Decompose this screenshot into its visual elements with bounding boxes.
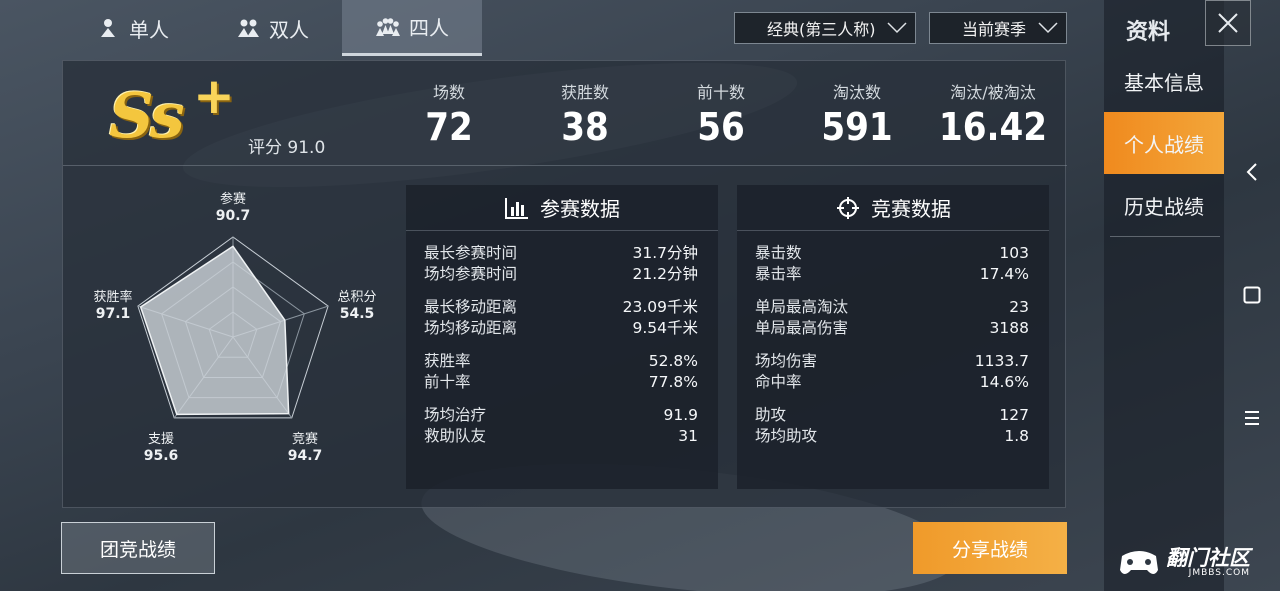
data-row: 最长参赛时间 31.7分钟 (424, 244, 698, 262)
controller-logo-icon (1120, 551, 1158, 574)
menu-icon (1245, 411, 1259, 425)
stat-label: 获胜数 (560, 83, 609, 102)
data-group: 最长移动距离 23.09千米 场均移动距离 9.54千米 (406, 297, 718, 339)
data-group: 获胜率 52.8% 前十率 77.8% (406, 351, 718, 393)
tab-label: 单人 (129, 17, 169, 42)
stat-value: 72 (425, 105, 473, 149)
perspective-value: 经典(第三人称) (767, 20, 876, 39)
data-row: 场均伤害 1133.7 (755, 352, 1029, 370)
side-panel: 资料 基本信息 个人战绩 历史战绩 (1104, 0, 1224, 591)
data-row: 单局最高淘汰 23 (755, 298, 1029, 316)
stats-panel: Ss + 评分 91.0 场数 72 获胜数 38 前十数 56 淘汰数 591… (62, 60, 1067, 508)
crosshair-icon (837, 196, 859, 219)
data-row: 暴击率 17.4% (755, 265, 1029, 283)
season-value: 当前赛季 (962, 20, 1027, 39)
radar-label-win-rate: 获胜率 97.1 (93, 290, 133, 322)
divider (1110, 236, 1220, 237)
competition-data-box: 竞赛数据 暴击数 103 暴击率 17.4% 单局最高淘汰 23 单局最高伤害 3188… (737, 185, 1049, 489)
radar-label-support: 支援 95.6 (143, 432, 179, 464)
square-icon (1243, 286, 1261, 304)
data-row: 获胜率 52.8% (424, 352, 698, 370)
participation-header: 参赛数据 (406, 185, 718, 231)
stat-value: 591 (821, 105, 893, 149)
radar-label-participation: 参赛 90.7 (215, 192, 251, 224)
perspective-select[interactable]: 经典(第三人称) (734, 12, 916, 44)
data-row: 救助队友 31 (424, 427, 698, 445)
data-row: 命中率 14.6% (755, 373, 1029, 391)
season-select[interactable]: 当前赛季 (929, 12, 1067, 44)
watermark-text: 翻门社区 JMBBS.COM (1166, 546, 1250, 579)
stat-wins: 获胜数 38 (525, 79, 645, 149)
data-row: 场均助攻 1.8 (755, 427, 1029, 445)
radar-label-total-score: 总积分 54.5 (337, 290, 377, 322)
data-row: 最长移动距离 23.09千米 (424, 298, 698, 316)
stat-value: 56 (697, 105, 745, 149)
stat-matches: 场数 72 (389, 79, 509, 149)
bar-chart-icon (505, 197, 528, 219)
participation-title: 参赛数据 (540, 197, 620, 221)
competition-header: 竞赛数据 (737, 185, 1049, 231)
data-group: 暴击数 103 暴击率 17.4% (737, 243, 1049, 285)
team-record-button[interactable]: 团竞战绩 (61, 522, 215, 574)
tab-label: 双人 (269, 17, 309, 42)
stat-label: 淘汰/被淘汰 (950, 83, 1036, 102)
stat-label: 前十数 (696, 83, 745, 102)
summary-row: Ss + 评分 91.0 场数 72 获胜数 38 前十数 56 淘汰数 591… (63, 61, 1067, 166)
side-item-basic-info[interactable]: 基本信息 (1104, 50, 1224, 112)
participation-data-box: 参赛数据 最长参赛时间 31.7分钟 场均参赛时间 21.2分钟 最长移动距离 23.… (406, 185, 718, 489)
tab-solo[interactable]: 单人 (62, 0, 202, 56)
score-label: 评分 (248, 138, 282, 158)
two-person-icon (238, 19, 259, 37)
chevron-down-icon (887, 22, 907, 34)
system-nav-bar (1224, 0, 1280, 591)
stat-label: 淘汰数 (832, 83, 881, 102)
side-item-history-record[interactable]: 历史战绩 (1104, 174, 1224, 236)
tab-squad[interactable]: 四人 (342, 0, 482, 56)
chevron-down-icon (1038, 22, 1058, 34)
data-row: 单局最高伤害 3188 (755, 319, 1029, 337)
data-group: 最长参赛时间 31.7分钟 场均参赛时间 21.2分钟 (406, 243, 718, 285)
data-row: 前十率 77.8% (424, 373, 698, 391)
stat-value: 16.42 (938, 105, 1048, 149)
data-group: 场均治疗 91.9 救助队友 31 (406, 405, 718, 447)
data-row: 场均参赛时间 21.2分钟 (424, 265, 698, 283)
data-group: 场均伤害 1133.7 命中率 14.6% (737, 351, 1049, 393)
back-nav-button[interactable] (1236, 156, 1268, 188)
radar-chart: 参赛 90.7 总积分 54.5 竞赛 94.7 支援 95.6 获胜率 97.1 (63, 167, 403, 507)
tab-duo[interactable]: 双人 (202, 0, 342, 56)
stat-kills: 淘汰数 591 (797, 79, 917, 149)
data-row: 助攻 127 (755, 406, 1029, 424)
side-panel-title: 资料 (1126, 20, 1171, 45)
stat-label: 场数 (432, 83, 465, 102)
competition-title: 竞赛数据 (871, 197, 951, 221)
radar-value-area (139, 245, 290, 416)
data-row: 暴击数 103 (755, 244, 1029, 262)
rating-score: 评分 91.0 (248, 133, 325, 158)
side-item-personal-record[interactable]: 个人战绩 (1104, 112, 1224, 174)
mode-tabs: 单人 双人 四人 (62, 0, 482, 56)
data-group: 助攻 127 场均助攻 1.8 (737, 405, 1049, 447)
home-nav-button[interactable] (1236, 279, 1268, 311)
tab-label: 四人 (409, 16, 449, 40)
back-chevron-icon (1246, 163, 1257, 181)
squad-icon (376, 17, 400, 36)
data-row: 场均治疗 91.9 (424, 406, 698, 424)
data-row: 场均移动距离 9.54千米 (424, 319, 698, 337)
rank-badge: Ss (109, 79, 185, 152)
menu-nav-button[interactable] (1236, 402, 1268, 434)
game-stats-screen: { "mode_tabs": [ {"label": "单人", "active… (0, 0, 1280, 591)
data-group: 单局最高淘汰 23 单局最高伤害 3188 (737, 297, 1049, 339)
stat-value: 38 (561, 105, 609, 149)
score-value: 91.0 (287, 138, 326, 158)
watermark-logo: 翻门社区 JMBBS.COM (1118, 548, 1250, 578)
radar-label-competition: 竞赛 94.7 (287, 432, 323, 464)
stat-kd-ratio: 淘汰/被淘汰 16.42 (933, 79, 1053, 149)
rank-plus: + (193, 67, 235, 125)
single-person-icon (101, 19, 115, 37)
share-record-button[interactable]: 分享战绩 (913, 522, 1067, 574)
stat-top10: 前十数 56 (661, 79, 781, 149)
